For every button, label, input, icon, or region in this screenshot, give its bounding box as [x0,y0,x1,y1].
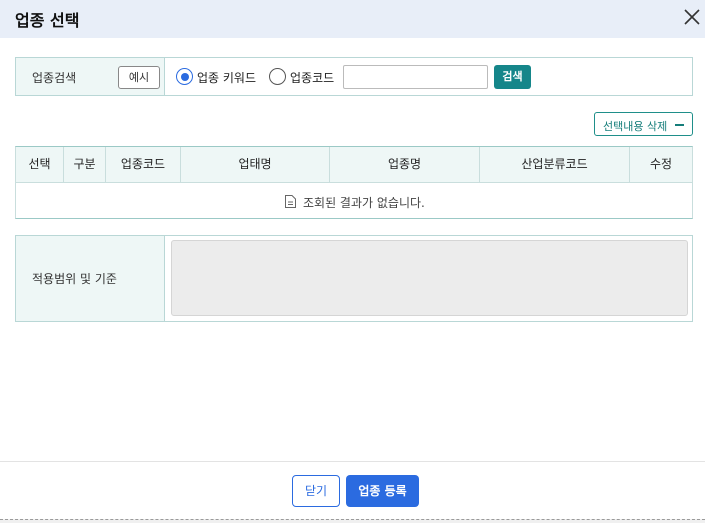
radio-keyword[interactable] [176,68,193,85]
scope-label-cell: 적용범위 및 기준 [16,236,165,321]
column-header: 구분 [64,147,106,182]
empty-row: 조회된 결과가 없습니다. [16,183,692,218]
column-header: 업태명 [181,147,330,182]
dialog-header: 업종 선택 [0,0,705,38]
radio-code-label[interactable]: 업종코드 [290,69,334,86]
window-bottom-edge [0,519,705,523]
scope-content [171,240,688,316]
search-button[interactable]: 검색 [494,65,531,89]
column-header: 산업분류코드 [480,147,630,182]
search-panel: 업종검색 예시 업종 키워드 업종코드 검색 [15,57,693,96]
delete-selection-button[interactable]: 선택내용 삭제 [594,112,693,136]
minus-icon [675,124,684,126]
column-header: 업종코드 [106,147,181,182]
example-button[interactable]: 예시 [118,66,160,89]
column-header: 선택 [16,147,64,182]
scope-label: 적용범위 및 기준 [32,272,117,286]
close-icon[interactable] [680,5,704,29]
radio-keyword-label[interactable]: 업종 키워드 [197,69,256,86]
delete-selection-label: 선택내용 삭제 [603,120,668,133]
industry-table: 선택 구분 업종코드 업태명 업종명 산업분류코드 수정 조회된 결과가 없습니… [15,146,693,219]
register-industry-button[interactable]: 업종 등록 [346,475,419,507]
document-icon [285,195,296,208]
column-header: 업종명 [330,147,480,182]
footer-divider [0,461,705,462]
close-button[interactable]: 닫기 [292,475,340,507]
dialog-title: 업종 선택 [15,11,80,30]
search-label-cell: 업종검색 예시 [16,58,165,95]
scope-panel: 적용범위 및 기준 [15,235,693,322]
search-input[interactable] [343,65,488,89]
search-label: 업종검색 [32,71,77,85]
empty-message-text: 조회된 결과가 없습니다. [303,196,425,210]
radio-code[interactable] [269,68,286,85]
column-header: 수정 [649,157,673,171]
table-header: 선택 구분 업종코드 업태명 업종명 산업분류코드 수정 [16,147,692,183]
